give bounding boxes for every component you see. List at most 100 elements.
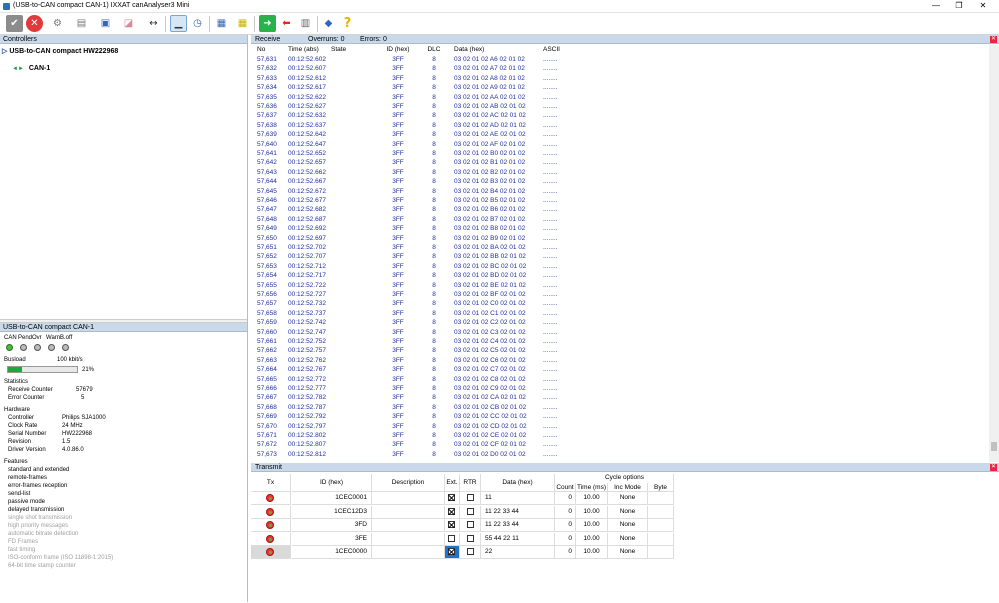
ext-cell[interactable] (445, 532, 460, 546)
receive-row[interactable]: 57,663 00:12:52.762 3FF 8 03 02 01 02 C6 02 … (251, 356, 991, 365)
clock-icon[interactable]: ◷ (189, 15, 206, 32)
tx-count[interactable]: 0 (555, 519, 576, 532)
receive-row[interactable]: 57,649 00:12:52.692 3FF 8 03 02 01 02 B8 02 … (251, 224, 991, 233)
ext-column-header[interactable]: Ext. (445, 474, 460, 492)
tx-id[interactable]: 1CEC0001 (292, 492, 372, 505)
tx-column-header[interactable]: Tx (251, 474, 291, 492)
tx-time[interactable]: 10.00 (576, 505, 608, 519)
help-icon[interactable]: ? (339, 15, 356, 32)
receive-row[interactable]: 57,671 00:12:52.802 3FF 8 03 02 01 02 CE 02 … (251, 431, 991, 440)
receive-row[interactable]: 57,648 00:12:52.687 3FF 8 03 02 01 02 B7 02 … (251, 215, 991, 224)
tx-count[interactable]: 0 (555, 546, 576, 559)
receive-row[interactable]: 57,635 00:12:52.622 3FF 8 03 02 01 02 AA 02 … (251, 93, 991, 102)
tx-byte[interactable] (648, 505, 674, 519)
desc-column-header[interactable]: Description (372, 474, 445, 492)
receive-row[interactable]: 57,655 00:12:52.722 3FF 8 03 02 01 02 BE 02 … (251, 281, 991, 290)
tx-data[interactable]: 11 (481, 492, 555, 505)
tx-id[interactable]: 1CEC0000 (292, 546, 372, 559)
tx-cell[interactable] (251, 505, 291, 519)
rtr-checkbox[interactable] (467, 494, 474, 501)
receive-row[interactable]: 57,670 00:12:52.797 3FF 8 03 02 01 02 CD 02 … (251, 422, 991, 431)
rtr-checkbox[interactable] (467, 548, 474, 555)
tx-inc-mode[interactable]: None (608, 532, 648, 546)
receive-column-header[interactable]: Time (abs) (288, 46, 328, 53)
receive-row[interactable]: 57,660 00:12:52.747 3FF 8 03 02 01 02 C3 02 … (251, 328, 991, 337)
receive-row[interactable]: 57,631 00:12:52.602 3FF 8 03 02 01 02 A6 02 … (251, 55, 991, 64)
ext-checkbox[interactable] (448, 548, 455, 555)
byte-column-header[interactable]: Byte (648, 483, 674, 492)
receive-row[interactable]: 57,667 00:12:52.782 3FF 8 03 02 01 02 CA 02 … (251, 393, 991, 402)
receive-row[interactable]: 57,634 00:12:52.617 3FF 8 03 02 01 02 A9 02 … (251, 83, 991, 92)
send-icon[interactable] (266, 507, 274, 516)
tx-description[interactable] (372, 492, 445, 505)
scrollbar-thumb[interactable] (991, 442, 997, 451)
data-column-header[interactable]: Data (hex) (481, 474, 555, 492)
receive-row[interactable]: 57,662 00:12:52.757 3FF 8 03 02 01 02 C5 02 … (251, 346, 991, 355)
id-column-header[interactable]: ID (hex) (292, 474, 372, 492)
tx-description[interactable] (372, 505, 445, 519)
ext-cell[interactable] (445, 519, 460, 532)
channel-node[interactable]: ◄► CAN-1 (12, 65, 50, 72)
receive-row[interactable]: 57,641 00:12:52.652 3FF 8 03 02 01 02 B0 02 … (251, 149, 991, 158)
tx-inc-mode[interactable]: None (608, 519, 648, 532)
tx-inc-mode[interactable]: None (608, 492, 648, 505)
receive-row[interactable]: 57,657 00:12:52.732 3FF 8 03 02 01 02 C0 02 … (251, 299, 991, 308)
receive-row[interactable]: 57,665 00:12:52.772 3FF 8 03 02 01 02 C8 02 … (251, 375, 991, 384)
ext-checkbox[interactable] (448, 534, 455, 542)
tx-inc-mode[interactable]: None (608, 546, 648, 559)
forward-icon[interactable]: ➜ (259, 15, 276, 32)
expand-icon[interactable]: ▷ (2, 48, 7, 55)
send-icon[interactable] (266, 494, 274, 502)
eraser-icon[interactable]: ◪ (120, 15, 137, 32)
close-transmit-icon[interactable]: ✕ (990, 464, 997, 471)
receive-row[interactable]: 57,661 00:12:52.752 3FF 8 03 02 01 02 C4 02 … (251, 337, 991, 346)
device-node[interactable]: ▷ USB-to-CAN compact HW222968 (2, 47, 118, 55)
receive-column-header[interactable]: ID (hex) (380, 46, 416, 53)
tx-data[interactable]: 55 44 22 11 (481, 532, 555, 546)
tx-cell[interactable] (251, 546, 291, 559)
tx-time[interactable]: 10.00 (576, 546, 608, 559)
tx-count[interactable]: 0 (555, 492, 576, 505)
tx-time[interactable]: 10.00 (576, 532, 608, 546)
receive-row[interactable]: 57,672 00:12:52.807 3FF 8 03 02 01 02 CF 02 … (251, 440, 991, 449)
rtr-checkbox[interactable] (467, 507, 474, 515)
close-receive-icon[interactable]: ✕ (990, 36, 997, 43)
receive-row[interactable]: 57,633 00:12:52.612 3FF 8 03 02 01 02 A8 02 … (251, 74, 991, 83)
tx-description[interactable] (372, 519, 445, 532)
tx-inc-mode[interactable]: None (608, 505, 648, 519)
calculator-icon[interactable]: ▥ (297, 15, 314, 32)
receive-row[interactable]: 57,666 00:12:52.777 3FF 8 03 02 01 02 C9 02 … (251, 384, 991, 393)
receive-row[interactable]: 57,643 00:12:52.662 3FF 8 03 02 01 02 B2 02 … (251, 168, 991, 177)
tx-time[interactable]: 10.00 (576, 519, 608, 532)
tx-byte[interactable] (648, 532, 674, 546)
send-icon[interactable] (266, 521, 274, 529)
tx-cell[interactable] (251, 492, 291, 505)
network2-icon[interactable]: ▦ (234, 15, 251, 32)
receive-row[interactable]: 57,642 00:12:52.657 3FF 8 03 02 01 02 B1 02 … (251, 158, 991, 167)
receive-row[interactable]: 57,654 00:12:52.717 3FF 8 03 02 01 02 BD 02 … (251, 271, 991, 280)
restore-button[interactable]: ❐ (948, 0, 970, 12)
count-column-header[interactable]: Count (555, 483, 576, 492)
receive-row[interactable]: 57,668 00:12:52.787 3FF 8 03 02 01 02 CB 02 … (251, 403, 991, 412)
receive-column-header[interactable]: ASCII (543, 46, 603, 53)
tx-byte[interactable] (648, 492, 674, 505)
tx-data[interactable]: 11 22 33 44 (481, 519, 555, 532)
rtr-checkbox[interactable] (467, 534, 474, 542)
receive-row[interactable]: 57,647 00:12:52.682 3FF 8 03 02 01 02 B6 02 … (251, 205, 991, 214)
receive-row[interactable]: 57,653 00:12:52.712 3FF 8 03 02 01 02 BC 02 … (251, 262, 991, 271)
tx-id[interactable]: 3FD (292, 519, 372, 532)
receive-column-header[interactable]: Data (hex) (454, 46, 538, 53)
tx-description[interactable] (372, 546, 445, 559)
receive-row[interactable]: 57,664 00:12:52.767 3FF 8 03 02 01 02 C7 02 … (251, 365, 991, 374)
rtr-column-header[interactable]: RTR (460, 474, 481, 492)
rtr-checkbox[interactable] (467, 521, 474, 528)
stop-icon[interactable]: ✕ (26, 15, 43, 32)
receive-row[interactable]: 57,669 00:12:52.792 3FF 8 03 02 01 02 CC 02 … (251, 412, 991, 421)
receive-row[interactable]: 57,652 00:12:52.707 3FF 8 03 02 01 02 BB 02 … (251, 252, 991, 261)
tx-time[interactable]: 10.00 (576, 492, 608, 505)
tx-id[interactable]: 3FE (292, 532, 372, 546)
receive-column-header[interactable]: No (257, 46, 287, 53)
minimize-button[interactable]: — (925, 0, 947, 12)
settings-icon[interactable]: ⚙ (49, 15, 66, 32)
ext-checkbox[interactable] (448, 507, 455, 515)
